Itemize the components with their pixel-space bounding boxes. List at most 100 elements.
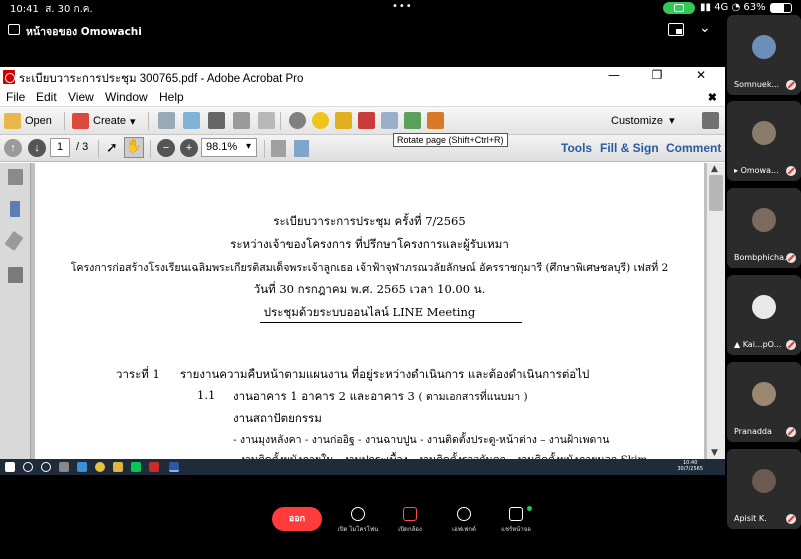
multitasking-dots-icon[interactable]: ••• [392, 1, 413, 12]
participant-tile[interactable]: Bombphicha... [727, 188, 801, 268]
doc-title-line-3: โครงการก่อสร้างโรงเรียนเฉลิมพระเกียรติสม… [70, 262, 669, 274]
end-call-button[interactable]: ออก [272, 507, 322, 531]
bookmark-icon[interactable] [10, 201, 20, 217]
comment-icon[interactable] [312, 112, 329, 129]
zoom-out-icon[interactable]: − [157, 139, 175, 157]
fit-width-icon[interactable] [294, 140, 309, 157]
agenda-text: รายงานความคืบหน้าตามแผนงาน ที่อยู่ระหว่า… [180, 367, 590, 381]
rotate-page-tooltip: Rotate page (Shift+Ctrl+R) [393, 133, 508, 147]
edit-icon[interactable] [233, 112, 250, 129]
create-pdf-icon [72, 113, 89, 129]
open-button[interactable]: Open [4, 111, 52, 131]
attachment-icon[interactable] [8, 267, 23, 283]
comment-link[interactable]: Comment [666, 141, 721, 155]
windows-start-icon[interactable] [5, 462, 15, 472]
delete-page-icon[interactable] [358, 112, 375, 129]
highlight-icon[interactable] [335, 112, 352, 129]
effects-button[interactable]: เอฟเฟกต์ [442, 507, 486, 534]
item-text: งานอาคาร 1 อาคาร 2 และอาคาร 3 ( ตามเอกสา… [233, 389, 528, 403]
close-icon[interactable]: ✕ [691, 68, 711, 82]
menu-edit[interactable]: Edit [36, 90, 57, 104]
call-indicator-icon[interactable] [663, 2, 695, 14]
task-view-icon[interactable] [41, 462, 51, 472]
minimize-icon[interactable]: — [604, 68, 624, 82]
tools-link[interactable]: Tools [561, 141, 592, 155]
menu-window[interactable]: Window [105, 90, 148, 104]
camera-off-icon [403, 507, 417, 521]
hand-tool-icon[interactable]: ✋ [124, 137, 144, 158]
participant-name: ▸ Omowa... [734, 166, 779, 175]
customize-button[interactable]: Customize ▾ [611, 114, 675, 127]
vertical-scrollbar[interactable]: ▲ ▼ [707, 163, 725, 459]
participant-tile[interactable]: ▲ Kai...pO... [727, 275, 801, 355]
mic-button[interactable]: เปิด ไมโครโฟน [336, 507, 380, 534]
rotate-page-icon[interactable] [381, 112, 398, 129]
restore-icon[interactable]: ❐ [647, 68, 667, 82]
doc-title-line-2: ระหว่างเจ้าของโครงการ ที่ปรึกษาโครงการแล… [230, 237, 509, 251]
windows-taskbar: 10:40 30/7/2565 [0, 459, 725, 475]
print-icon[interactable] [208, 112, 225, 129]
page-number-input[interactable]: 1 [50, 138, 70, 157]
participant-tile[interactable]: ▸ Omowa... [727, 101, 801, 181]
extract-page-icon[interactable] [404, 112, 421, 129]
network-status: ▮▮ 4G ◔ 63% [700, 2, 766, 13]
close-document-icon[interactable]: ✖ [708, 91, 717, 104]
chrome-icon[interactable] [95, 462, 105, 472]
expand-icon[interactable] [702, 112, 719, 129]
taskbar-app-icon[interactable] [59, 462, 69, 472]
share-screen-icon [509, 507, 523, 521]
line-icon[interactable] [131, 462, 141, 472]
participant-name: ▲ Kai...pO... [734, 340, 782, 349]
email-icon[interactable] [258, 112, 275, 129]
fill-sign-link[interactable]: Fill & Sign [600, 141, 659, 155]
folder-icon [4, 113, 21, 129]
doc-title-line-4: วันที่ 30 กรกฎาคม พ.ศ. 2565 เวลา 10.00 น… [253, 282, 486, 296]
save-icon[interactable] [158, 112, 175, 129]
taskbar-clock: 10:40 30/7/2565 [677, 460, 703, 472]
participant-tile[interactable]: Apisit K. [727, 449, 801, 529]
navigation-toolbar: ↑ ↓ 1 / 3 ➚ ✋ − + 98.1% ▾ Tools Fill & S… [0, 135, 725, 162]
item-number: 1.1 [197, 388, 216, 402]
previous-page-icon[interactable]: ↑ [4, 139, 22, 157]
gear-icon[interactable] [289, 112, 306, 129]
pdf-page: ระเบียบวาระการประชุม ครั้งที่ 7/2565 ระห… [35, 163, 704, 466]
pages-thumbnail-icon[interactable] [8, 169, 23, 185]
acrobat-taskbar-icon[interactable] [149, 462, 159, 472]
share-screen-button[interactable]: แชร์หน้าจอ [494, 506, 538, 534]
search-icon[interactable] [23, 462, 33, 472]
participant-tile[interactable]: Somnuek... [727, 15, 801, 95]
mic-muted-icon [786, 166, 796, 176]
active-app-icon[interactable] [169, 462, 179, 472]
zoom-in-icon[interactable]: + [180, 139, 198, 157]
menu-view[interactable]: View [68, 90, 94, 104]
status-time: 10:41 ส. 30 ก.ค. [10, 4, 93, 15]
menu-help[interactable]: Help [159, 90, 184, 104]
mic-muted-icon [786, 427, 796, 437]
zoom-dropdown-icon[interactable]: ▾ [246, 141, 251, 152]
fit-page-icon[interactable] [271, 140, 286, 157]
signature-icon[interactable] [4, 231, 24, 251]
mic-muted-icon [786, 514, 796, 524]
pdf-icon [3, 70, 15, 84]
avatar [752, 121, 776, 145]
explorer-icon[interactable] [113, 462, 123, 472]
menu-file[interactable]: File [6, 90, 25, 104]
edge-icon[interactable] [77, 462, 87, 472]
create-button[interactable]: Create ▾ [72, 111, 136, 131]
agenda-label: วาระที่ 1 [116, 367, 160, 381]
scrollbar-thumb[interactable] [709, 175, 723, 211]
next-page-icon[interactable]: ↓ [28, 139, 46, 157]
sign-icon[interactable] [427, 112, 444, 129]
camera-button[interactable]: เปิดกล้อง [388, 507, 432, 534]
title-underline [260, 322, 522, 323]
select-cursor-icon[interactable]: ➚ [106, 139, 118, 156]
participant-tile[interactable]: Pranadda [727, 362, 801, 442]
doc-title-line-5: ประชุมด้วยระบบออนไลน์ LINE Meeting [263, 305, 476, 319]
status-bar: 10:41 ส. 30 ก.ค. ••• ▮▮ 4G ◔ 63% [0, 0, 801, 16]
mic-muted-icon [786, 340, 796, 350]
cloud-upload-icon[interactable] [183, 112, 200, 129]
chevron-down-icon[interactable]: ⌄ [699, 20, 711, 36]
mic-muted-icon [786, 80, 796, 90]
chevron-down-icon: ▾ [130, 115, 136, 128]
pip-icon[interactable] [668, 23, 684, 36]
